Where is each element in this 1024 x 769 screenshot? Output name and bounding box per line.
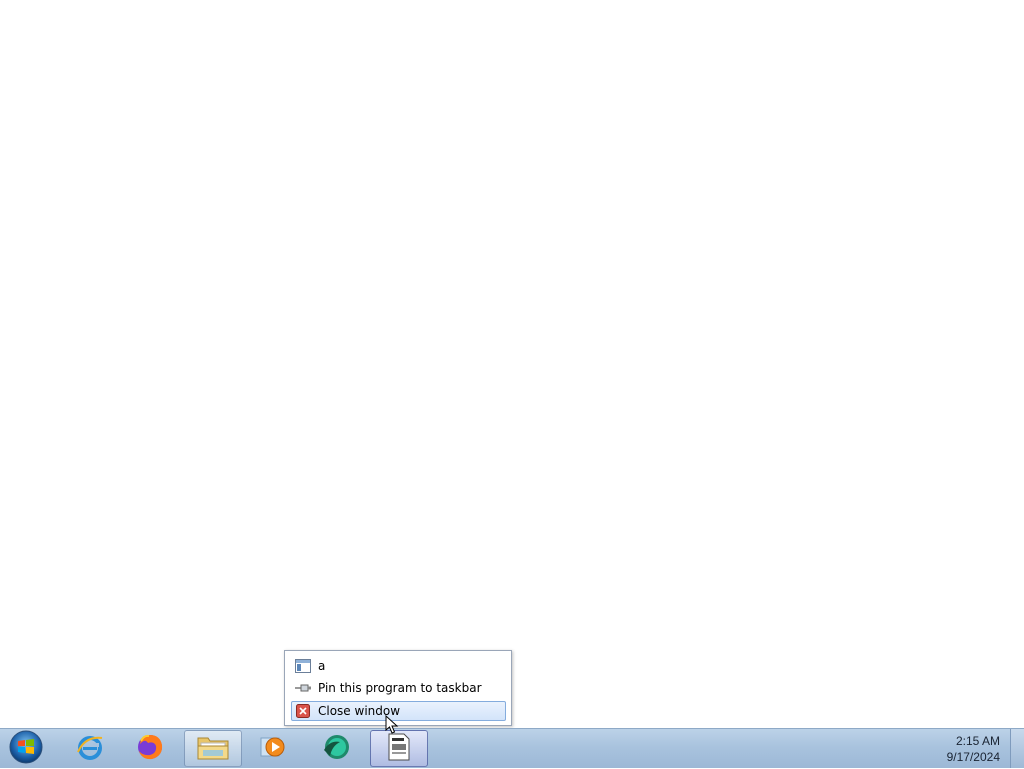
show-desktop-button[interactable] [1010,729,1024,768]
mouse-cursor-icon [385,714,399,735]
jumplist-item-label: Pin this program to taskbar [318,681,482,695]
clock-time: 2:15 AM [955,734,1000,748]
windows-orb-icon [8,729,44,769]
window-icon [295,658,311,674]
taskbar-button-media-player[interactable] [244,730,302,767]
desktop [0,0,1024,728]
media-player-icon [258,732,288,766]
clock-date: 9/17/2024 [946,750,1000,764]
firefox-icon [135,732,165,766]
green-app-icon [320,732,352,766]
start-button[interactable] [6,730,46,768]
internet-explorer-icon [75,732,105,766]
folder-icon [197,734,229,764]
taskbar: 2:15 AM 9/17/2024 [0,728,1024,768]
jumplist-item-label: a [318,659,326,673]
taskbar-button-internet-explorer[interactable] [61,730,119,767]
taskbar-button-file-explorer[interactable] [184,730,242,767]
pin-icon [295,680,311,696]
system-clock[interactable]: 2:15 AM 9/17/2024 [920,733,1000,765]
document-icon [386,732,412,766]
taskbar-button-document-app[interactable] [370,730,428,767]
taskbar-button-green-app[interactable] [307,730,365,767]
taskbar-button-firefox[interactable] [121,730,179,767]
close-window-icon [295,703,311,719]
jumplist-item-pin[interactable]: Pin this program to taskbar [291,678,506,698]
jumplist-item-window-a[interactable]: a [291,656,506,676]
